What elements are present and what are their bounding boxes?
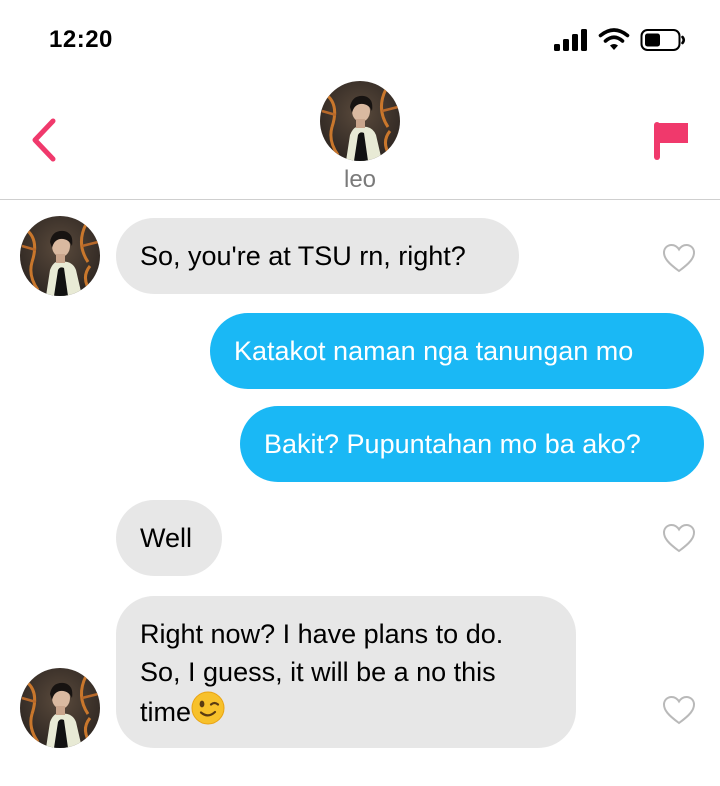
message-bubble-outgoing[interactable]: Katakot naman nga tanungan mo [210,313,704,389]
report-button[interactable] [652,120,690,162]
winking-face-emoji [191,691,225,725]
heart-outline-icon[interactable] [662,243,696,273]
signal-icon [554,29,587,51]
message-bubble-incoming[interactable]: Right now? I have plans to do. So, I gue… [116,596,576,748]
status-time: 12:20 [49,26,113,53]
wifi-icon [598,28,630,50]
heart-outline-icon[interactable] [662,523,696,553]
heart-outline-icon[interactable] [662,695,696,725]
sender-avatar[interactable] [20,216,100,296]
back-chevron-icon [32,118,56,162]
message-bubble-outgoing[interactable]: Bakit? Pupuntahan mo ba ako? [240,406,704,482]
sender-photo [20,668,100,748]
flag-icon [654,122,688,160]
battery-icon [640,29,686,51]
contact-avatar[interactable] [320,81,400,161]
sender-photo [20,216,100,296]
back-button[interactable] [28,116,60,164]
chat-header: leo [0,78,720,200]
sender-avatar[interactable] [20,668,100,748]
contact-photo [320,81,400,161]
status-bar: 12:20 [0,0,720,80]
message-bubble-incoming[interactable]: So, you're at TSU rn, right? [116,218,519,294]
status-icons [554,28,686,52]
message-bubble-incoming[interactable]: Well [116,500,222,576]
contact-name[interactable]: leo [0,166,720,194]
